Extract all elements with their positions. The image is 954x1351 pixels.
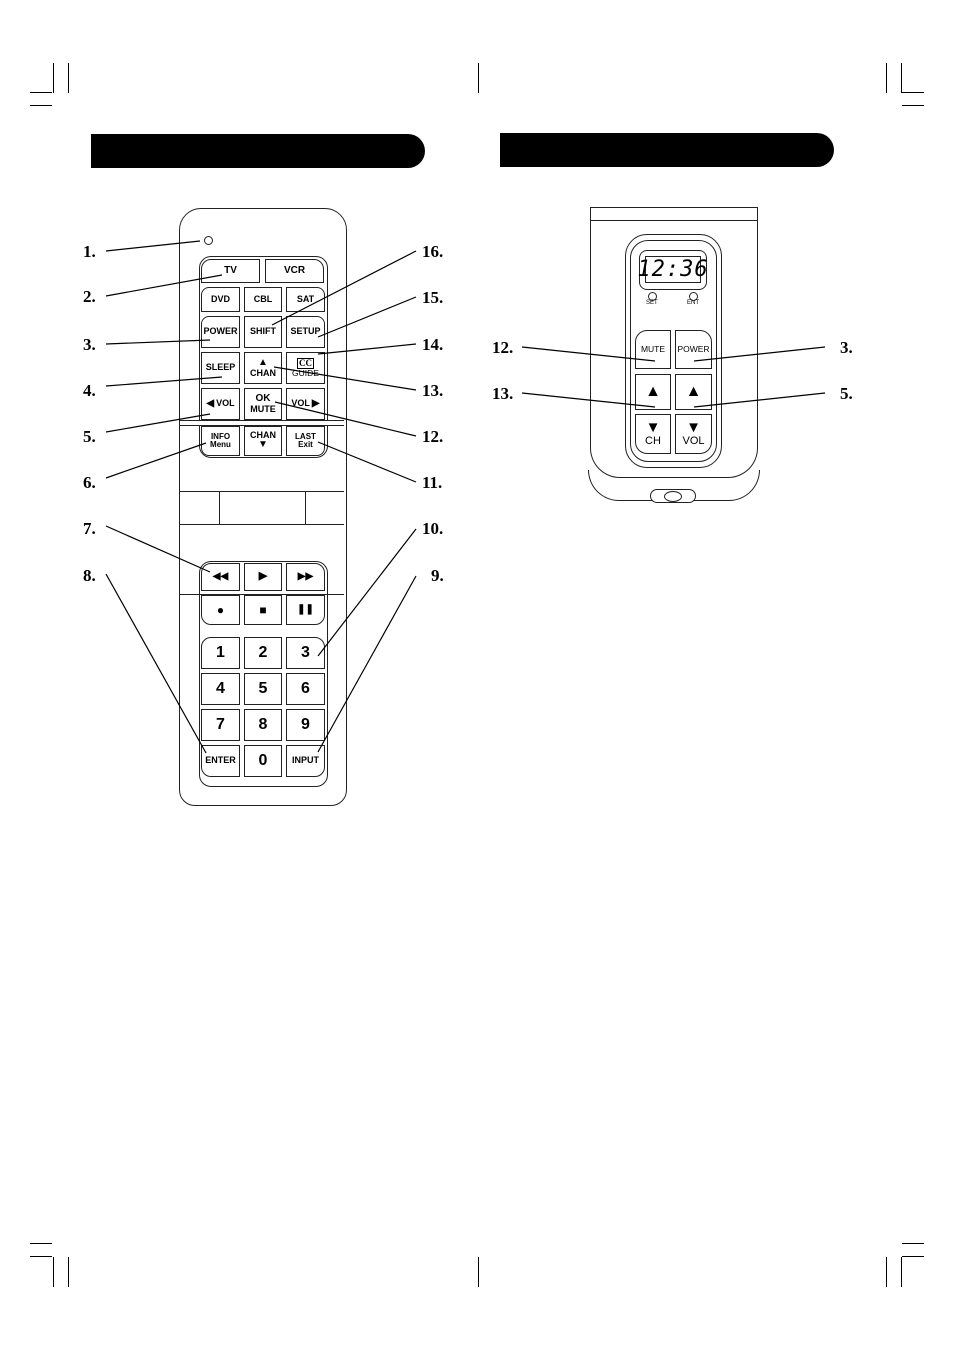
leader-line: [693, 392, 826, 408]
callout-number: 3.: [840, 338, 853, 357]
leader-line: [105, 274, 223, 297]
callout-number: 3.: [83, 335, 96, 354]
callout-number: 13.: [492, 384, 514, 403]
callout-number: 8.: [83, 566, 96, 585]
leader-line: [317, 343, 417, 355]
callout-number: 2.: [83, 287, 96, 306]
callout-number: 1.: [83, 242, 96, 261]
callout-number: 15.: [422, 288, 444, 307]
callout-number: 10.: [422, 519, 444, 538]
callout-number: 4.: [83, 381, 96, 400]
callout-number: 14.: [422, 335, 444, 354]
leader-line: [105, 376, 223, 387]
leader-line: [521, 346, 656, 362]
callout-number: 5.: [83, 427, 96, 446]
leader-line: [317, 296, 417, 338]
callout-number: 7.: [83, 519, 96, 538]
callout-leader-lines: [105, 240, 826, 754]
callout-number: 12.: [492, 338, 514, 357]
leader-line: [105, 573, 207, 754]
leader-line: [317, 441, 417, 483]
leader-line: [105, 413, 211, 433]
leader-line: [317, 575, 417, 753]
leader-line: [105, 525, 211, 573]
callout-number: 5.: [840, 384, 853, 403]
leader-line: [105, 339, 211, 345]
leader-line: [273, 366, 417, 391]
leader-line: [105, 442, 207, 479]
leader-line: [105, 240, 201, 252]
callout-number: 12.: [422, 427, 444, 446]
leader-line: [271, 250, 417, 326]
leader-line: [521, 392, 656, 408]
callout-number: 11.: [422, 473, 443, 492]
callout-number: 16.: [422, 242, 444, 261]
leader-line: [693, 346, 826, 362]
leader-line: [274, 401, 417, 437]
callout-number: 6.: [83, 473, 96, 492]
callout-number: 13.: [422, 381, 444, 400]
leader-line: [317, 528, 417, 657]
callout-number: 9.: [431, 566, 444, 585]
